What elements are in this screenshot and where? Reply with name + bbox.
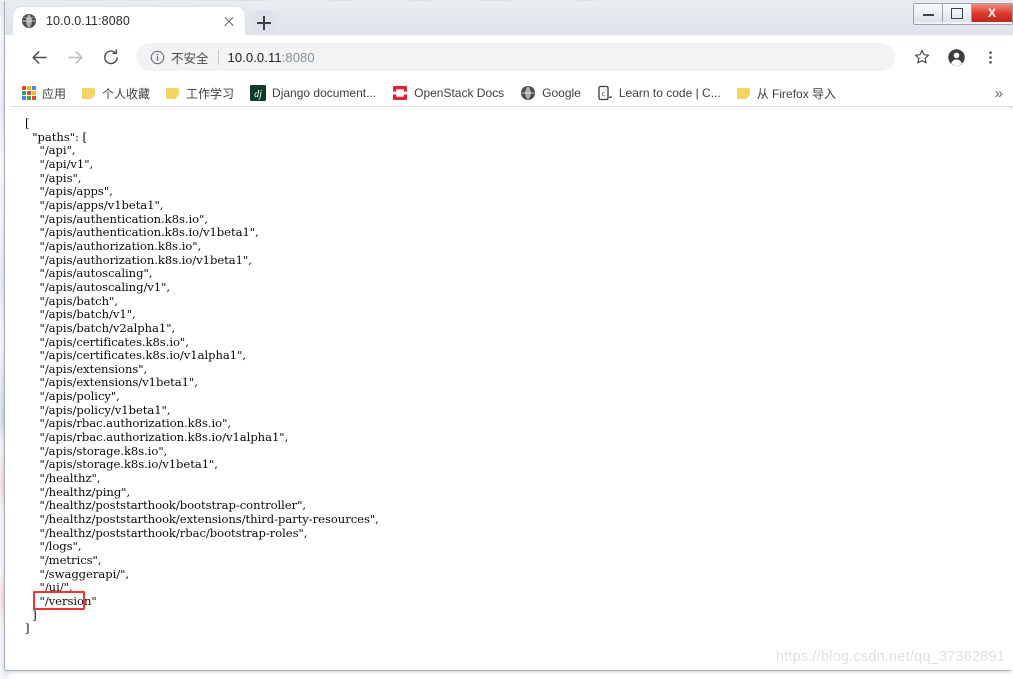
chrome-menu-button[interactable] [975,42,1005,72]
bookmark-label: 从 Firefox 导入 [756,86,837,101]
folder-icon [82,87,96,99]
close-icon[interactable] [221,13,237,29]
folder-icon [736,87,750,99]
page-viewport: [ "paths": [ "/api", "/api/v1", "/apis",… [11,108,1013,670]
bookmark-openstack-docs[interactable]: OpenStack Docs [392,85,504,101]
bookmarks-overflow-button[interactable]: » [995,85,1003,102]
tab-title: 10.0.0.11:8080 [46,14,130,28]
bookmarks-bar-separator [10,106,1013,107]
new-tab-button[interactable] [251,10,277,36]
omnibox-divider [217,49,219,65]
bookmark-label: 个人收藏 [102,86,151,101]
browser-toolbar: 不安全 10.0.0.11:8080 [10,35,1013,79]
arrow-left-icon [31,50,47,64]
openstack-icon [393,86,408,100]
minimize-icon [922,11,934,16]
watermark-text: https://blog.csdn.net/qq_37362891 [775,649,1005,665]
reload-button[interactable] [96,42,126,72]
django-icon: dj [250,85,267,101]
bookmark-learn-to-code[interactable]: c Learn to code | C... [597,85,721,101]
maximize-icon [951,7,963,19]
arrow-right-icon [67,50,83,64]
info-circle-icon[interactable] [150,50,165,65]
avatar-icon [947,48,965,66]
bookmark-label: Django document... [272,86,377,100]
reload-icon [104,49,118,65]
folder-icon [166,87,180,99]
chrome-window: 10.0.0.11:8080 X 不安全 10.0.0.11:8080 应用 … [4,1,1013,671]
close-window-button[interactable]: X [972,4,1012,22]
apps-grid-icon [22,86,36,100]
codecademy-icon: c [598,85,612,101]
back-button[interactable] [24,42,54,72]
browser-window-screenshot: 10.0.0.11:8080 X 不安全 10.0.0.11:8080 应用 … [0,0,1013,679]
close-window-icon: X [987,6,996,20]
bookmark-star-button[interactable] [907,42,937,72]
security-status-label: 不安全 [171,51,209,66]
window-controls: X [913,3,1013,25]
bookmark-django-documentation[interactable]: dj Django document... [250,85,376,101]
browser-tab[interactable]: 10.0.0.11:8080 [13,7,245,35]
bookmark-apps[interactable]: 应用 [22,85,66,102]
bookmark-label: Learn to code | C... [618,86,721,100]
bookmark-label: Google [542,86,581,100]
maximize-button[interactable] [943,4,972,22]
bookmark-label: 应用 [42,86,67,101]
url-host: 10.0.0.11 [227,49,282,65]
tab-strip: 10.0.0.11:8080 X [5,1,1013,36]
minimize-button[interactable] [914,4,943,22]
svg-text:dj: dj [254,89,262,100]
bookmark-folder-firefox-import[interactable]: 从 Firefox 导入 [736,85,837,102]
star-icon [914,49,930,64]
bookmark-label: OpenStack Docs [414,86,505,100]
svg-text:c: c [602,89,606,98]
json-response-body: [ "paths": [ "/api", "/api/v1", "/apis",… [25,116,379,636]
url-port: :8080 [281,49,315,65]
bookmark-folder-work[interactable]: 工作学习 [166,85,234,102]
globe-icon [521,86,536,100]
bookmark-google[interactable]: Google [520,85,581,101]
bookmark-label: 工作学习 [186,86,235,101]
bookmark-folder-personal[interactable]: 个人收藏 [82,85,150,102]
globe-icon [22,14,36,28]
toolbar-actions [903,42,1013,72]
address-bar[interactable]: 不安全 10.0.0.11:8080 [136,43,895,71]
three-dots-vertical-icon [988,50,992,64]
forward-button[interactable] [60,42,90,72]
bookmarks-bar: 应用 个人收藏 工作学习 dj Django document... OpenS… [10,79,1013,107]
profile-avatar-button[interactable] [941,42,971,72]
